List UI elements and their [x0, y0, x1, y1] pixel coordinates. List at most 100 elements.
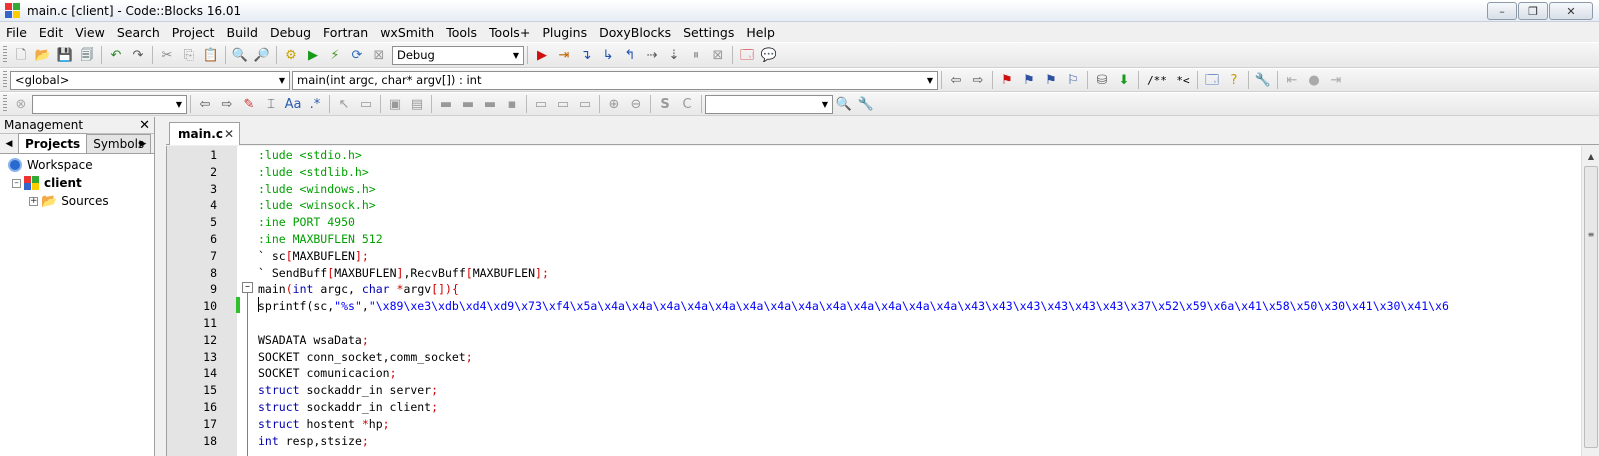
new-file-icon[interactable]: 🗋 [10, 44, 32, 66]
code-line[interactable]: 11 [167, 315, 1547, 332]
regex-icon[interactable]: .* [304, 93, 326, 115]
menu-project[interactable]: Project [166, 25, 221, 40]
search-settings-icon[interactable]: 🔧 [855, 93, 877, 115]
cut-icon[interactable]: ✂ [156, 44, 178, 66]
menu-edit[interactable]: Edit [33, 25, 69, 40]
code-line[interactable]: 5:ine PORT 4950 [167, 214, 1547, 231]
doxyblocks-extract-icon[interactable]: ⬇ [1113, 69, 1135, 91]
zoom-out-icon[interactable]: ⊖ [625, 93, 647, 115]
save-all-icon[interactable]: 🗐 [76, 44, 98, 66]
maximize-button[interactable]: ❐ [1518, 2, 1548, 20]
layout-middle-icon[interactable]: ▬ [457, 93, 479, 115]
tab-projects[interactable]: Projects [18, 133, 88, 153]
widget-bitmap-icon[interactable]: ▤ [406, 93, 428, 115]
close-button[interactable]: ✕ [1549, 2, 1593, 20]
run-icon[interactable]: ▶ [302, 44, 324, 66]
doxygen-chm-icon[interactable]: ? [1223, 69, 1245, 91]
scroll-up-icon[interactable]: ▲ [1583, 148, 1599, 164]
code-line[interactable]: 8 ` SendBuff[MAXBUFLEN],RecvBuff[MAXBUFLE… [167, 265, 1547, 282]
menu-file[interactable]: File [0, 25, 33, 40]
tab-main-c[interactable]: main.c ✕ [169, 122, 240, 145]
highlight-icon[interactable]: ✎ [238, 93, 260, 115]
code-line[interactable]: 15 struct sockaddr_in server; [167, 382, 1547, 399]
code-line[interactable]: 14 SOCKET comunicacion; [167, 365, 1547, 382]
menu-view[interactable]: View [69, 25, 111, 40]
widget-panel-icon[interactable]: ▭ [355, 93, 377, 115]
match-case-icon[interactable]: Aa [282, 93, 304, 115]
code-line[interactable]: 3:lude <windows.h> [167, 181, 1547, 198]
code-line[interactable]: 17 struct hostent *hp; [167, 416, 1547, 433]
replace-icon[interactable]: 🔎 [251, 44, 273, 66]
widget-image-icon[interactable]: ▣ [384, 93, 406, 115]
menu-plugins[interactable]: Plugins [536, 25, 593, 40]
break-debugger-icon[interactable]: ⏸ [685, 44, 707, 66]
minimize-button[interactable]: – [1487, 2, 1517, 20]
layout-bottom-icon[interactable]: ▬ [479, 93, 501, 115]
layout-top-icon[interactable]: ▬ [435, 93, 457, 115]
step-into-instruction-icon[interactable]: ⇣ [663, 44, 685, 66]
redo-icon[interactable]: ↷ [127, 44, 149, 66]
code-line[interactable]: 4:lude <winsock.h> [167, 197, 1547, 214]
code-line[interactable]: 10 sprintf(sc,"%s","\x89\xe3\xdb\xd4\xd9\… [167, 298, 1547, 315]
open-folder-icon[interactable]: 📂 [32, 44, 54, 66]
close-icon[interactable]: ✕ [139, 118, 150, 133]
tree-item-workspace[interactable]: Workspace [0, 156, 154, 174]
build-gear-icon[interactable]: ⚙ [280, 44, 302, 66]
search-previous-icon[interactable]: ⇦ [194, 93, 216, 115]
expand-icon[interactable]: + [29, 196, 38, 206]
code-line[interactable]: 6:ine MAXBUFLEN 512 [167, 231, 1547, 248]
scroll-thumb[interactable] [1584, 166, 1598, 448]
menu-settings[interactable]: Settings [677, 25, 740, 40]
menu-tools[interactable]: Tools [440, 25, 483, 40]
toolbar-grip[interactable] [3, 71, 7, 89]
menu-help[interactable]: Help [740, 25, 781, 40]
doxyblocks-prefs-icon[interactable]: 🔧 [1252, 69, 1274, 91]
abort-icon[interactable]: ⊠ [368, 44, 390, 66]
menu-doxyblocks[interactable]: DoxyBlocks [593, 25, 677, 40]
find-icon[interactable]: 🔍 [229, 44, 251, 66]
show-preview-icon[interactable]: S [654, 93, 676, 115]
menu-tools-plus[interactable]: Tools+ [483, 25, 536, 40]
change-marker-icon[interactable]: ● [1303, 69, 1325, 91]
code-line[interactable]: 13 SOCKET conn_socket,comm_socket; [167, 349, 1547, 366]
tree-item-project[interactable]: – client [0, 174, 154, 192]
vertical-scrollbar[interactable]: ▲ ≡ [1581, 146, 1599, 456]
code-line[interactable]: 9 main(int argc, char *argv[]){ [167, 281, 1547, 298]
step-out-icon[interactable]: ↰ [619, 44, 641, 66]
menu-debug[interactable]: Debug [264, 25, 317, 40]
refresh-preview-icon[interactable]: C [676, 93, 698, 115]
doxyblocks-wizard-icon[interactable]: ⛁ [1091, 69, 1113, 91]
various-info-icon[interactable]: 💬 [758, 44, 780, 66]
code-line[interactable]: 18 int resp,stsize; [167, 433, 1547, 450]
layout-fill-icon[interactable]: ▪ [501, 93, 523, 115]
tab-scroll-left-icon[interactable]: ◀ [0, 134, 18, 153]
jump-back-icon[interactable]: ⇦ [945, 69, 967, 91]
function-select[interactable]: main(int argc, char* argv[]) : int ▼ [292, 70, 938, 90]
build-and-run-icon[interactable]: ⚡ [324, 44, 346, 66]
search-doc-input[interactable]: ▼ [705, 94, 833, 114]
debug-start-icon[interactable]: ▶ [531, 44, 553, 66]
border-center-icon[interactable]: ▭ [552, 93, 574, 115]
toolbar-grip[interactable] [3, 95, 7, 113]
build-target-select[interactable]: Debug ▼ [392, 45, 524, 65]
close-tab-icon[interactable]: ✕ [224, 127, 234, 141]
pointer-icon[interactable]: ↖ [333, 93, 355, 115]
toolbar-grip[interactable] [3, 46, 7, 64]
save-icon[interactable]: 💾 [54, 44, 76, 66]
prev-bookmark-icon[interactable]: ⚑ [1018, 69, 1040, 91]
rebuild-icon[interactable]: ⟳ [346, 44, 368, 66]
next-instruction-icon[interactable]: ⇢ [641, 44, 663, 66]
jump-forward-icon[interactable]: ⇨ [967, 69, 989, 91]
paste-icon[interactable]: 📋 [200, 44, 222, 66]
stop-debugger-icon[interactable]: ⊠ [707, 44, 729, 66]
menu-fortran[interactable]: Fortran [317, 25, 374, 40]
code-line[interactable]: 12 WSADATA wsaData; [167, 332, 1547, 349]
menu-wxsmith[interactable]: wxSmith [374, 25, 440, 40]
next-bookmark-icon[interactable]: ⚑ [1040, 69, 1062, 91]
collapse-icon[interactable]: – [12, 178, 21, 188]
first-change-icon[interactable]: ⇤ [1281, 69, 1303, 91]
scope-select[interactable]: <global> ▼ [10, 70, 290, 90]
code-line[interactable]: 2:lude <stdlib.h> [167, 164, 1547, 181]
code-line[interactable]: 1:lude <stdio.h> [167, 147, 1547, 164]
clear-search-icon[interactable]: ⊗ [10, 93, 32, 115]
